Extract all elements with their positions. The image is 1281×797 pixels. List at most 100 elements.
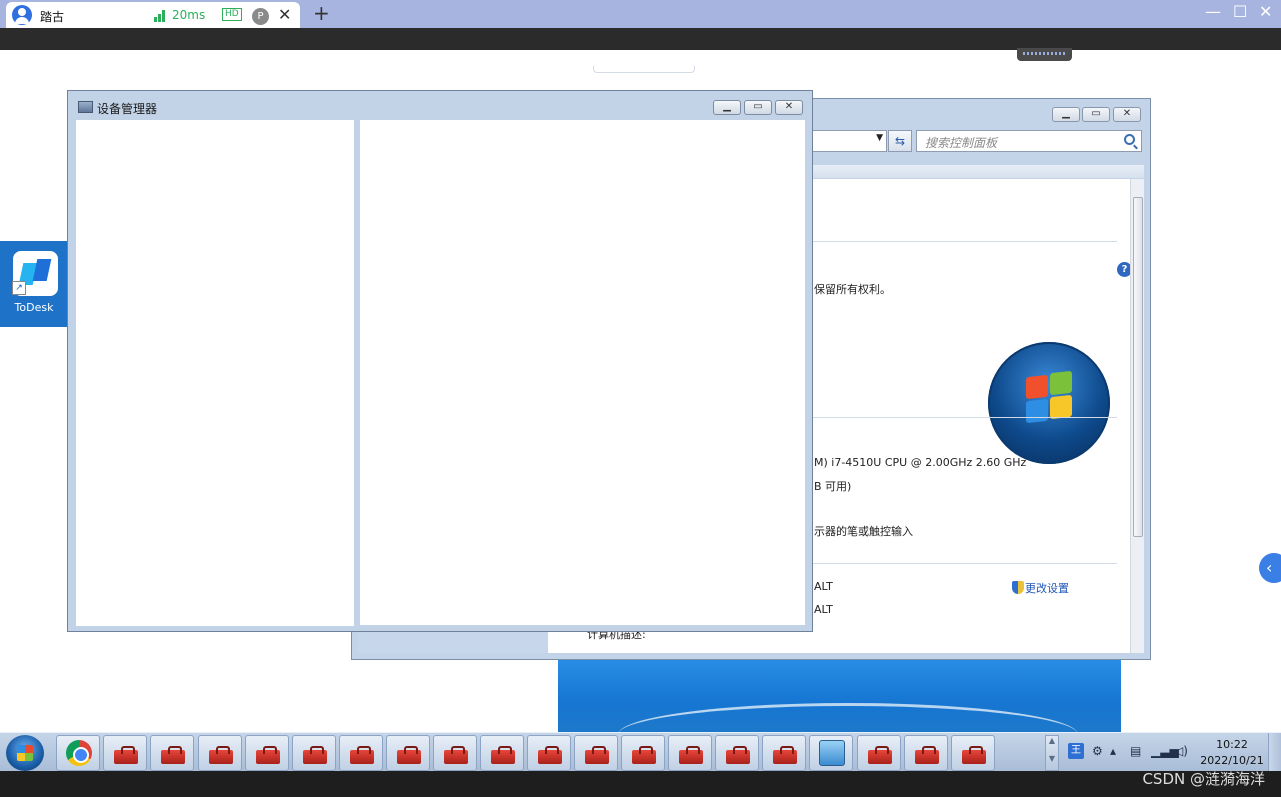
search-input[interactable]: 搜索控制面板 [916, 130, 1142, 152]
new-tab-button[interactable]: + [313, 1, 330, 25]
start-button[interactable] [6, 735, 44, 771]
user-avatar-icon [12, 5, 32, 25]
clock[interactable]: 10:22 2022/10/21 [1197, 737, 1267, 769]
taskbar-toolbox-window[interactable] [433, 735, 477, 771]
toolbar-strip [0, 28, 1281, 50]
session-name: 踏古 [40, 10, 65, 24]
uac-shield-icon [1012, 581, 1024, 594]
taskbar-toolbox-window[interactable] [339, 735, 383, 771]
latency-indicator: 20ms [172, 8, 206, 22]
toolbox-icon [444, 744, 468, 764]
show-desktop-button[interactable] [1268, 733, 1281, 772]
device-tree-pane[interactable] [76, 120, 354, 626]
taskbar-toolbox-window[interactable] [245, 735, 289, 771]
taskbar-toolbox-window[interactable] [668, 735, 712, 771]
chrome-icon [66, 740, 92, 766]
full-name-value: ALT [814, 603, 833, 616]
taskbar-toolbox-window[interactable] [857, 735, 901, 771]
desktop-icon-todesk[interactable]: ↗ ToDesk [0, 241, 68, 327]
taskbar-toolbox-window[interactable] [292, 735, 336, 771]
refresh-button[interactable]: ⇆ [888, 130, 912, 152]
taskbar-toolbox-window[interactable] [150, 735, 194, 771]
toolbar-pull-handle[interactable] [1017, 48, 1072, 61]
cp-left-pane-bottom [358, 629, 548, 653]
taskbar-toolbox-window[interactable] [762, 735, 806, 771]
toolbox-icon [773, 744, 797, 764]
search-placeholder: 搜索控制面板 [925, 136, 998, 150]
memory-value: B 可用) [814, 480, 852, 493]
toolbox-icon [915, 744, 939, 764]
taskbar-toolbox-window[interactable] [527, 735, 571, 771]
taskbar-chrome[interactable] [56, 735, 100, 771]
toolbox-icon [303, 744, 327, 764]
toolbox-icon [114, 744, 138, 764]
computer-name-value: ALT [814, 580, 833, 593]
dm-minimize-button[interactable]: ▁ [713, 100, 741, 115]
control-panel-icon [819, 740, 845, 766]
chevron-down-icon[interactable]: ▼ [876, 133, 883, 143]
taskbar-toolbox-window[interactable] [951, 735, 995, 771]
device-tray-icon[interactable]: ▤ [1130, 744, 1141, 758]
vertical-scrollbar[interactable] [1130, 179, 1144, 653]
search-icon[interactable] [1124, 134, 1135, 145]
dm-maximize-button[interactable]: ▭ [744, 100, 772, 115]
desktop-wallpaper [558, 657, 1121, 733]
cp-maximize-button[interactable]: ▭ [1082, 107, 1110, 122]
session-tab[interactable]: 踏古 20ms HD P ✕ [6, 2, 300, 28]
volume-icon[interactable]: ◁) [1174, 744, 1188, 758]
toolbox-icon [726, 744, 750, 764]
signal-strength-icon [154, 10, 168, 22]
show-hidden-icons-icon[interactable]: ▴ [1110, 744, 1116, 758]
clock-date: 2022/10/21 [1200, 754, 1264, 767]
change-settings-link[interactable]: 更改设置 [1025, 580, 1069, 596]
dm-close-button[interactable]: ✕ [775, 100, 803, 115]
toolbox-icon [256, 744, 280, 764]
toolbox-icon [962, 744, 986, 764]
remote-top-tab[interactable] [593, 66, 695, 73]
device-manager-window[interactable]: 设备管理器 ▁ ▭ ✕ [67, 90, 813, 632]
toolbox-icon [679, 744, 703, 764]
taskbar-control-panel[interactable] [809, 735, 853, 771]
todesk-titlebar: 踏古 20ms HD P ✕ + — ☐ ✕ [0, 0, 1281, 28]
pen-touch-value: 示器的笔或触控输入 [814, 525, 913, 538]
ime-settings-icon[interactable]: ⚙ [1092, 744, 1103, 758]
menu-strip [811, 165, 1144, 178]
divider [813, 417, 1117, 418]
toolbox-icon [491, 744, 515, 764]
close-tab-button[interactable]: ✕ [278, 5, 291, 24]
taskbar-toolbox-window[interactable] [386, 735, 430, 771]
divider [813, 241, 1117, 242]
desktop-icon-label: ToDesk [14, 301, 54, 314]
toolbox-icon [209, 744, 233, 764]
taskbar-toolbox-window[interactable] [198, 735, 242, 771]
side-panel-toggle[interactable]: ‹ [1259, 553, 1281, 583]
ime-indicator[interactable]: 王 [1068, 743, 1084, 759]
clock-time: 10:22 [1216, 738, 1248, 751]
taskbar-toolbox-window[interactable] [103, 735, 147, 771]
maximize-button[interactable]: ☐ [1233, 2, 1247, 21]
cp-minimize-button[interactable]: ▁ [1052, 107, 1080, 122]
taskbar-toolbox-window[interactable] [621, 735, 665, 771]
shortcut-arrow-icon: ↗ [12, 281, 26, 295]
scrollbar-thumb[interactable] [1133, 197, 1143, 537]
device-manager-icon [78, 101, 93, 113]
close-window-button[interactable]: ✕ [1259, 2, 1272, 21]
taskbar-toolbox-window[interactable] [574, 735, 618, 771]
taskbar-toolbox-window[interactable] [715, 735, 759, 771]
bottom-bar [0, 771, 1281, 797]
toolbox-icon [632, 744, 656, 764]
taskbar-toolbox-window[interactable] [480, 735, 524, 771]
taskbar-toolbox-window[interactable] [904, 735, 948, 771]
copyright-text: 保留所有权利。 [814, 283, 891, 296]
taskbar-scroll-buttons[interactable]: ▲ ▼ [1045, 735, 1059, 771]
toolbox-icon [350, 744, 374, 764]
device-detail-pane[interactable] [360, 120, 805, 625]
minimize-button[interactable]: — [1205, 2, 1221, 21]
cp-close-button[interactable]: ✕ [1113, 107, 1141, 122]
toolbox-icon [868, 744, 892, 764]
divider [813, 563, 1117, 564]
address-bar[interactable]: ▼ [811, 130, 887, 152]
privacy-badge-icon[interactable]: P [252, 8, 269, 25]
toolbox-icon [397, 744, 421, 764]
hd-quality-badge[interactable]: HD [222, 8, 242, 21]
